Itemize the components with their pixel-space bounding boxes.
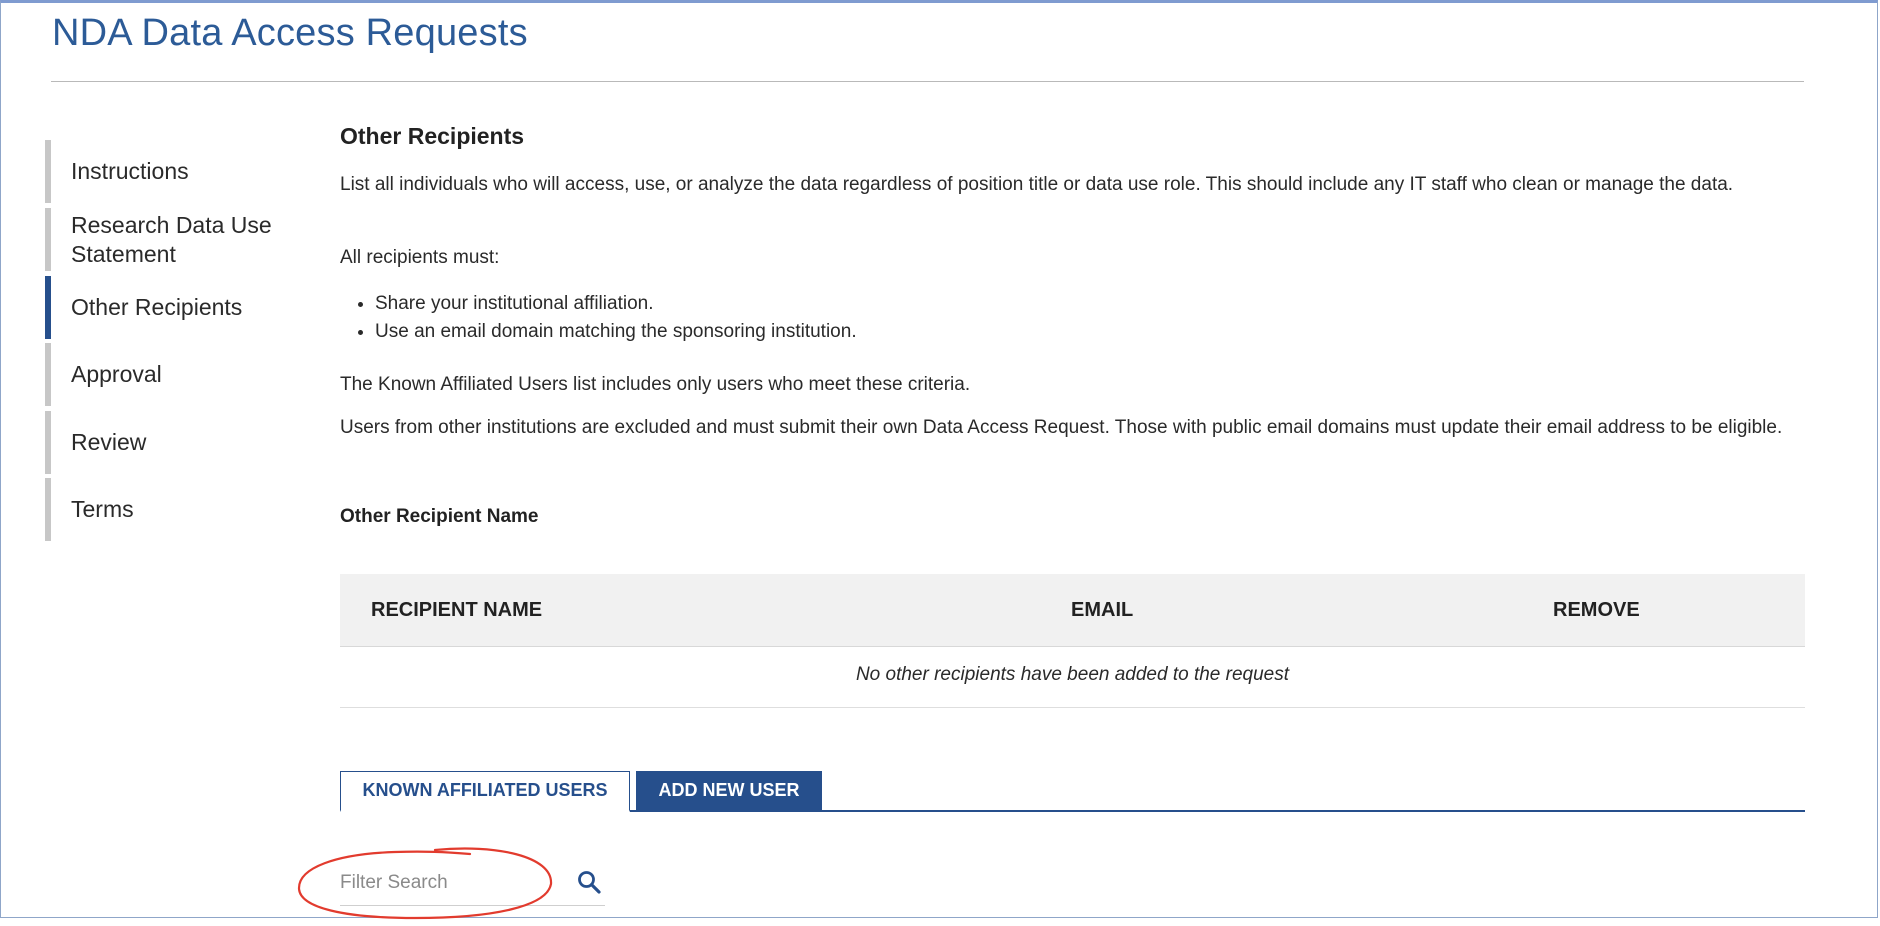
sidebar-item-label: Research Data Use Statement bbox=[71, 211, 272, 267]
sidebar-item-research-data-use-statement[interactable]: Research Data Use Statement bbox=[45, 208, 295, 271]
tab-add-new-user[interactable]: ADD NEW USER bbox=[636, 771, 822, 810]
sidebar-item-label: Terms bbox=[71, 496, 134, 522]
sidebar-item-instructions[interactable]: Instructions bbox=[45, 140, 295, 203]
requirements-list: Share your institutional affiliation. Us… bbox=[340, 290, 857, 346]
sidebar-item-label: Review bbox=[71, 429, 147, 455]
sidebar-item-review[interactable]: Review bbox=[45, 411, 295, 474]
tab-label: ADD NEW USER bbox=[658, 780, 800, 800]
page-title: NDA Data Access Requests bbox=[52, 12, 528, 54]
section-heading: Other Recipients bbox=[340, 123, 525, 149]
requirement-item: Share your institutional affiliation. bbox=[375, 290, 857, 318]
sidebar-item-terms[interactable]: Terms bbox=[45, 478, 295, 541]
column-header-recipient-name[interactable]: RECIPIENT NAME bbox=[371, 574, 542, 646]
tab-known-affiliated-users[interactable]: KNOWN AFFILIATED USERS bbox=[340, 771, 630, 812]
sidebar-item-approval[interactable]: Approval bbox=[45, 343, 295, 406]
intro-text: List all individuals who will access, us… bbox=[340, 174, 1734, 195]
column-header-remove: REMOVE bbox=[1553, 599, 1640, 621]
excluded-users-note: Users from other institutions are exclud… bbox=[340, 417, 1783, 438]
filter-search-input[interactable] bbox=[340, 868, 560, 898]
sidebar-item-label: Approval bbox=[71, 361, 162, 387]
requirements-label: All recipients must: bbox=[340, 247, 500, 268]
table-header: RECIPIENT NAME EMAIL REMOVE bbox=[340, 574, 1805, 647]
known-users-note: The Known Affiliated Users list includes… bbox=[340, 374, 971, 395]
search-icon[interactable] bbox=[576, 869, 602, 895]
filter-search-box bbox=[340, 860, 605, 906]
empty-table-message: No other recipients have been added to t… bbox=[855, 664, 1290, 685]
sidebar-item-label: Instructions bbox=[71, 158, 189, 184]
tab-label: KNOWN AFFILIATED USERS bbox=[362, 780, 608, 800]
table-empty-row: No other recipients have been added to t… bbox=[340, 647, 1805, 708]
recipients-table: RECIPIENT NAME EMAIL REMOVE No other rec… bbox=[340, 574, 1805, 708]
user-source-tabs: KNOWN AFFILIATED USERS ADD NEW USER bbox=[340, 771, 1805, 812]
sidebar-item-other-recipients[interactable]: Other Recipients bbox=[45, 276, 295, 339]
other-recipient-name-label: Other Recipient Name bbox=[340, 506, 539, 527]
column-header-email[interactable]: EMAIL bbox=[1071, 574, 1133, 646]
sidebar-item-label: Other Recipients bbox=[71, 294, 243, 320]
title-divider bbox=[51, 81, 1804, 82]
requirement-item: Use an email domain matching the sponsor… bbox=[375, 318, 857, 346]
